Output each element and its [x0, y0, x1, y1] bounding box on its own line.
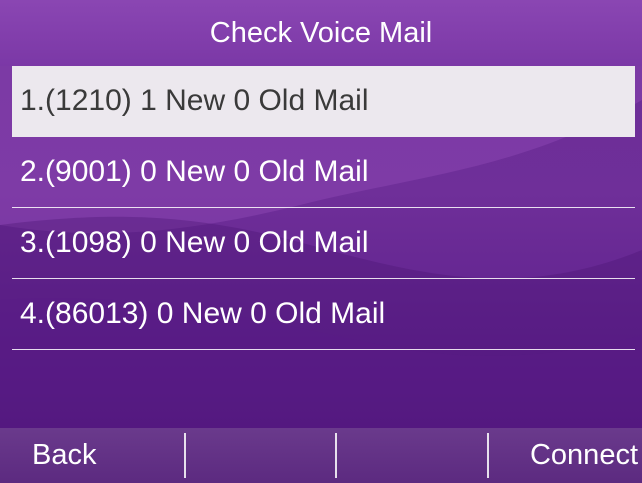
softkey-2[interactable] — [183, 428, 336, 483]
list-item-label: 3.(1098) 0 New 0 Old Mail — [20, 226, 369, 259]
softkey-3[interactable] — [335, 428, 487, 483]
list-item-mailbox-1[interactable]: 1.(1210) 1 New 0 Old Mail — [12, 66, 635, 137]
phone-screen: Check Voice Mail 1.(1210) 1 New 0 Old Ma… — [0, 0, 642, 483]
voicemail-list: 1.(1210) 1 New 0 Old Mail 2.(9001) 0 New… — [12, 66, 635, 350]
list-item-label: 4.(86013) 0 New 0 Old Mail — [20, 297, 386, 330]
back-button[interactable]: Back — [0, 428, 184, 483]
list-item-label: 2.(9001) 0 New 0 Old Mail — [20, 155, 369, 188]
list-item-mailbox-3[interactable]: 3.(1098) 0 New 0 Old Mail — [12, 208, 635, 279]
list-item-mailbox-2[interactable]: 2.(9001) 0 New 0 Old Mail — [12, 137, 635, 208]
list-item-mailbox-4[interactable]: 4.(86013) 0 New 0 Old Mail — [12, 279, 635, 350]
connect-button[interactable]: Connect — [486, 428, 642, 483]
list-item-label: 1.(1210) 1 New 0 Old Mail — [20, 84, 369, 117]
page-title: Check Voice Mail — [0, 0, 642, 66]
softkey-bar: Back Connect — [0, 428, 642, 483]
